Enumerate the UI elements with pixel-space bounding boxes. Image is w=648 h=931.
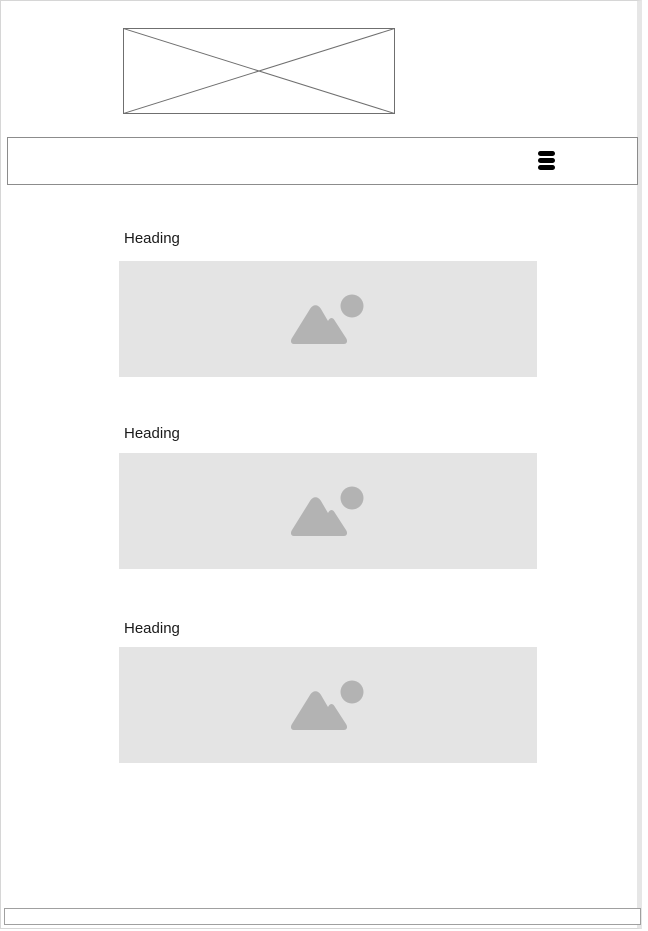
image-placeholder-x-icon (123, 28, 395, 114)
section-heading: Heading (124, 230, 180, 247)
logo-image-placeholder (123, 28, 395, 114)
image-placeholder (119, 453, 537, 569)
section-heading: Heading (124, 620, 180, 637)
image-placeholder (119, 261, 537, 377)
mountain-sun-image-icon (291, 680, 364, 730)
section-heading: Heading (124, 425, 180, 442)
mountain-sun-image-icon (291, 486, 364, 536)
image-placeholder (119, 647, 537, 763)
mountain-sun-image-icon (291, 294, 364, 344)
footer-bar (4, 908, 641, 925)
navigation-bar (7, 137, 638, 185)
hamburger-menu-icon[interactable] (538, 151, 556, 171)
